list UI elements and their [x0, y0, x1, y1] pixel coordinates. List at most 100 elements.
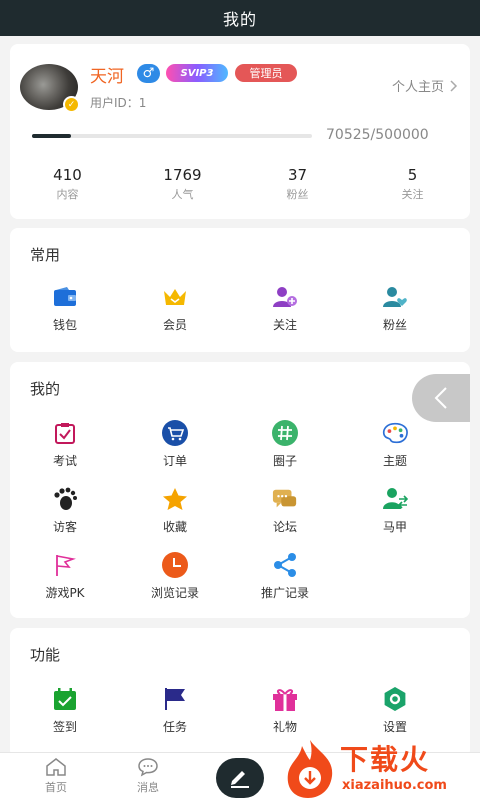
item-label: 访客 [52, 520, 77, 534]
mine-item-orders[interactable]: 订单 [120, 420, 230, 486]
mine-item-browse-history[interactable]: 浏览记录 [120, 552, 230, 618]
mine-item-circle[interactable]: 圈子 [230, 420, 340, 486]
tab-label: 消息 [137, 781, 159, 794]
item-label: 考试 [52, 454, 77, 468]
level-progress-text: 70525/500000 [326, 127, 429, 143]
user-add-icon [272, 284, 298, 310]
stat-content[interactable]: 410 内容 [10, 166, 125, 202]
stat-label: 粉丝 [286, 188, 309, 201]
message-icon [138, 758, 158, 777]
common-item-fans[interactable]: 粉丝 [340, 284, 450, 350]
mine-item-alias[interactable]: 马甲 [340, 486, 450, 552]
item-label: 粉丝 [382, 318, 407, 332]
role-badge: 管理员 [235, 64, 297, 82]
level-progress-fill [32, 134, 72, 138]
wallet-icon [52, 284, 78, 310]
calendar-check-icon [52, 686, 78, 712]
mine-item-favorites[interactable]: 收藏 [120, 486, 230, 552]
stat-label: 内容 [56, 188, 79, 201]
exam-icon [52, 420, 78, 446]
star-icon [162, 486, 188, 512]
mine-grid: 考试 订单 圈子 主题 访客 收藏 论坛 马甲 游戏PK 浏览记录 推广记录 [10, 420, 470, 618]
stat-value: 1769 [163, 166, 202, 184]
item-label: 推广记录 [260, 586, 309, 600]
item-label: 会员 [162, 318, 187, 332]
share-icon [272, 552, 298, 578]
flame-logo-icon [287, 740, 333, 798]
settings-icon [382, 686, 408, 712]
level-progress-bar [32, 134, 312, 138]
chevron-left-icon [434, 387, 447, 409]
user-id: 用户ID：1 [90, 96, 147, 110]
tab-home[interactable]: 首页 [26, 757, 86, 795]
stat-value: 5 [407, 166, 418, 184]
item-label: 圈子 [272, 454, 297, 468]
item-label: 钱包 [52, 318, 77, 332]
chevron-right-icon [450, 79, 458, 92]
common-item-membership[interactable]: 会员 [120, 284, 230, 350]
stat-value: 410 [53, 166, 82, 184]
user-switch-icon [382, 486, 408, 512]
mine-section: 我的 考试 订单 圈子 主题 访客 收藏 论坛 马甲 游戏PK 浏览记录 推广记… [10, 362, 470, 618]
gift-icon [272, 686, 298, 712]
mine-item-exam[interactable]: 考试 [10, 420, 120, 486]
stat-label: 关注 [401, 188, 424, 201]
item-label: 主题 [382, 454, 407, 468]
profile-stats: 410 内容 1769 人气 37 粉丝 5 关注 [10, 166, 470, 202]
section-title: 我的 [30, 380, 61, 398]
func-item-checkin[interactable]: 签到 [10, 686, 120, 752]
crown-icon [162, 284, 188, 310]
common-item-wallet[interactable]: 钱包 [10, 284, 120, 350]
pen-icon [231, 771, 249, 788]
top-bar: 我的 [0, 0, 480, 36]
mine-item-forum[interactable]: 论坛 [230, 486, 340, 552]
item-label: 浏览记录 [150, 586, 199, 600]
common-section: 常用 钱包 会员 关注 粉丝 [10, 228, 470, 352]
item-label: 马甲 [382, 520, 407, 534]
tab-label: 首页 [45, 781, 67, 794]
item-label: 收藏 [162, 520, 187, 534]
palette-icon [382, 420, 408, 446]
stat-following[interactable]: 5 关注 [355, 166, 470, 202]
watermark-url: xiazaihuo.com [342, 778, 447, 793]
func-item-tasks[interactable]: 任务 [120, 686, 230, 752]
common-grid: 钱包 会员 关注 粉丝 [10, 284, 470, 350]
homepage-label: 个人主页 [391, 80, 444, 95]
stat-value: 37 [287, 166, 308, 184]
mine-item-visitors[interactable]: 访客 [10, 486, 120, 552]
cart-icon [162, 420, 188, 446]
stat-fans[interactable]: 37 粉丝 [240, 166, 355, 202]
post-button[interactable] [216, 758, 264, 798]
footprint-icon [52, 486, 78, 512]
watermark: 下载火 xiazaihuo.com [282, 738, 480, 800]
home-icon [46, 758, 66, 776]
user-heart-icon [382, 284, 408, 310]
item-label: 设置 [382, 720, 407, 734]
item-label: 礼物 [272, 720, 297, 734]
page-title: 我的 [222, 10, 257, 29]
section-title: 常用 [30, 246, 61, 264]
tab-messages[interactable]: 消息 [118, 757, 178, 795]
float-back-button[interactable] [412, 374, 470, 422]
hashtag-icon [272, 420, 298, 446]
clock-icon [162, 552, 188, 578]
homepage-link[interactable]: 个人主页 [392, 76, 458, 95]
mine-item-game-pk[interactable]: 游戏PK [10, 552, 120, 618]
watermark-text: 下载火 [340, 743, 431, 776]
username: 天河 [90, 67, 124, 87]
gender-male-icon: ♂ [137, 64, 160, 83]
task-flag-icon [162, 686, 188, 712]
vip-badge: SVIP3 [166, 64, 228, 82]
common-item-follow[interactable]: 关注 [230, 284, 340, 350]
section-title: 功能 [30, 646, 61, 664]
stat-label: 人气 [171, 188, 194, 201]
chat-icon [272, 486, 298, 512]
mine-item-promotion-history[interactable]: 推广记录 [230, 552, 340, 618]
item-label: 关注 [272, 318, 297, 332]
item-label: 游戏PK [45, 586, 85, 600]
item-label: 论坛 [272, 520, 297, 534]
item-label: 任务 [162, 720, 187, 734]
mine-item-theme[interactable]: 主题 [340, 420, 450, 486]
stat-popularity[interactable]: 1769 人气 [125, 166, 240, 202]
item-label: 签到 [52, 720, 77, 734]
